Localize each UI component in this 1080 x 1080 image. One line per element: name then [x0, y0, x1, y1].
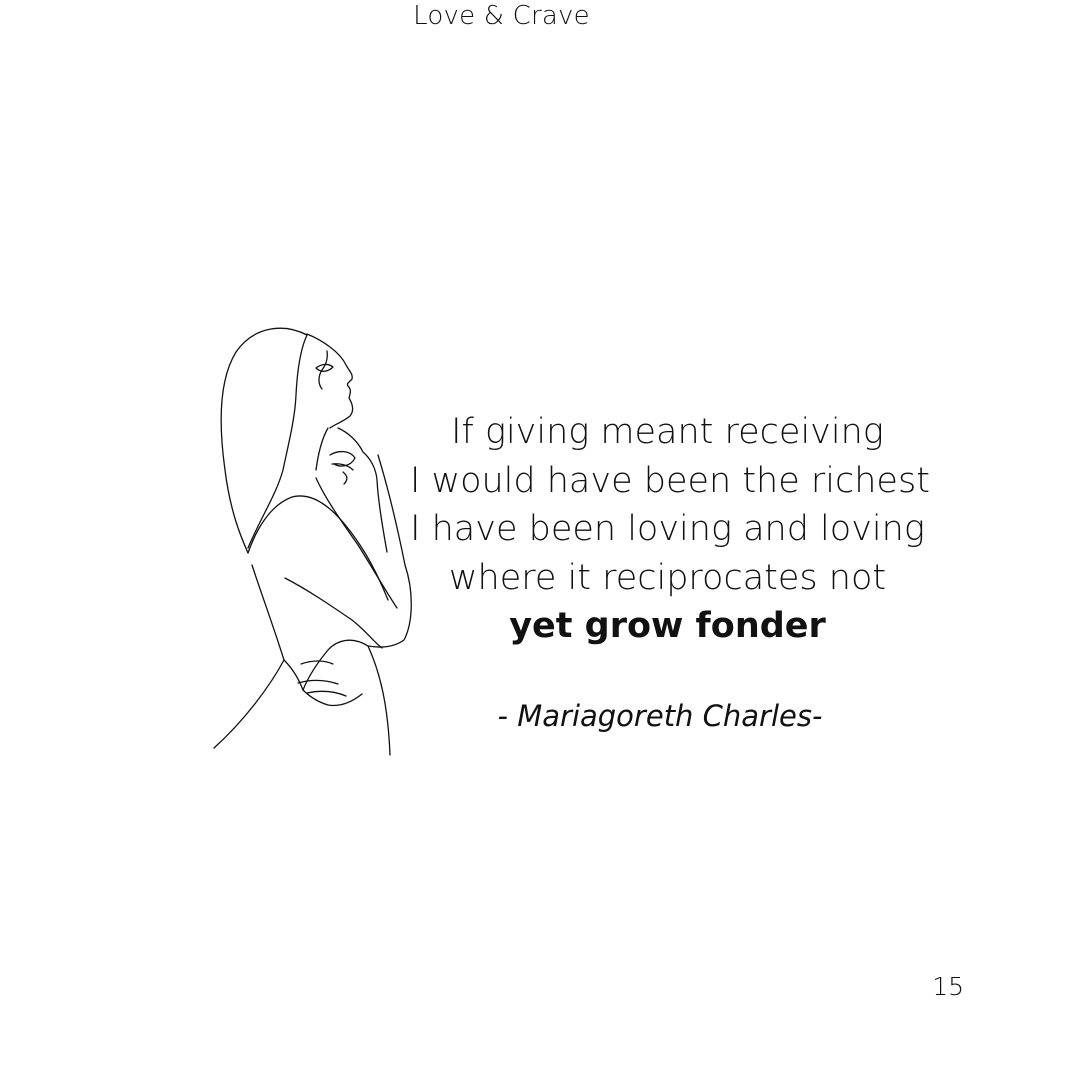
poem-emphasis-line: yet grow fonder — [509, 606, 826, 646]
poem-line-3: I have been loving and loving — [410, 509, 925, 549]
woman-line-art-illustration — [213, 327, 412, 756]
forearm-line — [367, 454, 412, 648]
neck-line — [315, 427, 329, 471]
author-attribution: - Mariagoreth Charles- — [497, 699, 823, 733]
shoulder-line — [247, 495, 389, 601]
breast-line — [284, 577, 383, 649]
poem-block: If giving meant receiving I would have b… — [410, 408, 930, 651]
waist-line — [283, 659, 304, 691]
body-right-line — [367, 645, 391, 756]
lower-fingers — [297, 660, 347, 697]
finger-lines — [329, 450, 356, 485]
book-page: Love & Crave If giving meant receiving I… — [0, 0, 1080, 1080]
chin-hand — [337, 427, 388, 553]
poem-line-4: where it reciprocates not — [448, 557, 887, 598]
ear-line — [318, 350, 328, 390]
body-left-line — [213, 564, 285, 749]
poem-line-2: I would have been the richest — [410, 460, 930, 501]
hair-inner-outline — [247, 334, 308, 549]
face-profile — [306, 333, 354, 429]
lower-hand — [302, 639, 369, 707]
book-title: Love & Crave — [413, 1, 590, 31]
poem-line-1: If giving meant receiving — [451, 412, 884, 452]
page-number: 15 — [932, 972, 964, 1001]
